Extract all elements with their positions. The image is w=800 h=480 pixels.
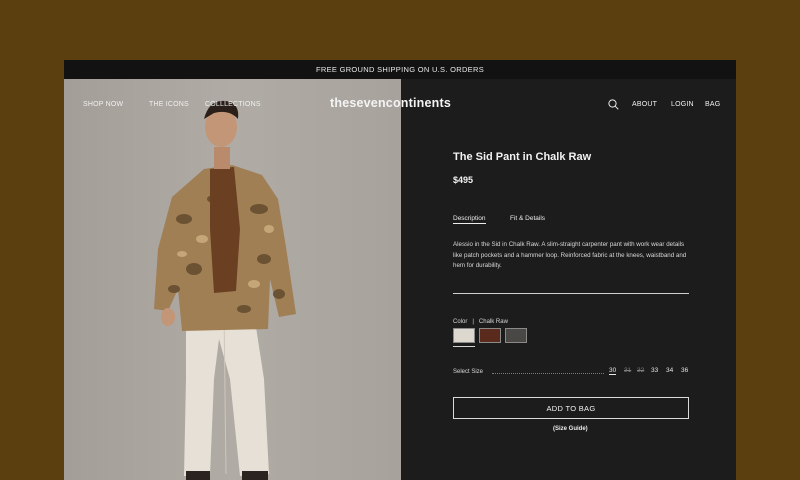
size-32[interactable]: 32: [637, 367, 644, 374]
product-panel: [401, 79, 736, 480]
size-36[interactable]: 36: [681, 367, 688, 374]
brand-logo[interactable]: thesevencontinents: [330, 96, 451, 110]
color-label: Color: [453, 319, 468, 325]
color-value: Chalk Raw: [478, 319, 508, 325]
size-leader-dots: [492, 373, 604, 374]
size-guide-link[interactable]: (Size Guide): [553, 426, 588, 432]
hero-image: [64, 79, 401, 480]
tab-description[interactable]: Description: [453, 215, 486, 224]
size-33[interactable]: 33: [651, 367, 658, 374]
nav-shop-now[interactable]: SHOP NOW: [83, 101, 123, 108]
size-31[interactable]: 31: [624, 367, 631, 374]
swatch-charcoal[interactable]: [505, 328, 527, 343]
nav-the-icons[interactable]: THE ICONS: [149, 101, 189, 108]
selected-swatch-indicator: [453, 346, 475, 347]
search-icon[interactable]: [608, 99, 619, 110]
nav-about[interactable]: ABOUT: [632, 101, 657, 108]
color-separator: |: [469, 319, 478, 325]
top-nav: SHOP NOW THE ICONS COLLLECTIONS theseven…: [64, 79, 736, 135]
product-title: The Sid Pant in Chalk Raw: [453, 151, 592, 163]
product-description: Alessio in the Sid in Chalk Raw. A slim-…: [453, 241, 687, 269]
size-30[interactable]: 30: [609, 367, 617, 375]
nav-login[interactable]: LOGIN: [671, 101, 694, 108]
color-label-row: Color | Chalk Raw: [453, 319, 508, 325]
swatch-brown[interactable]: [479, 328, 501, 343]
size-34[interactable]: 34: [666, 367, 673, 374]
nav-collections[interactable]: COLLLECTIONS: [205, 101, 261, 108]
nav-bag[interactable]: BAG: [705, 101, 720, 108]
swatch-chalk-raw[interactable]: [453, 328, 475, 343]
tab-fit-details[interactable]: Fit & Details: [510, 215, 545, 222]
model-photo: [154, 100, 296, 480]
size-label: Select Size: [453, 369, 484, 375]
divider: [453, 293, 689, 294]
promo-banner: FREE GROUND SHIPPING ON U.S. ORDERS: [64, 60, 736, 79]
page-frame: FREE GROUND SHIPPING ON U.S. ORDERS SHOP…: [64, 60, 736, 480]
add-to-bag-button[interactable]: ADD TO BAG: [453, 397, 689, 419]
product-price: $495: [453, 175, 474, 185]
